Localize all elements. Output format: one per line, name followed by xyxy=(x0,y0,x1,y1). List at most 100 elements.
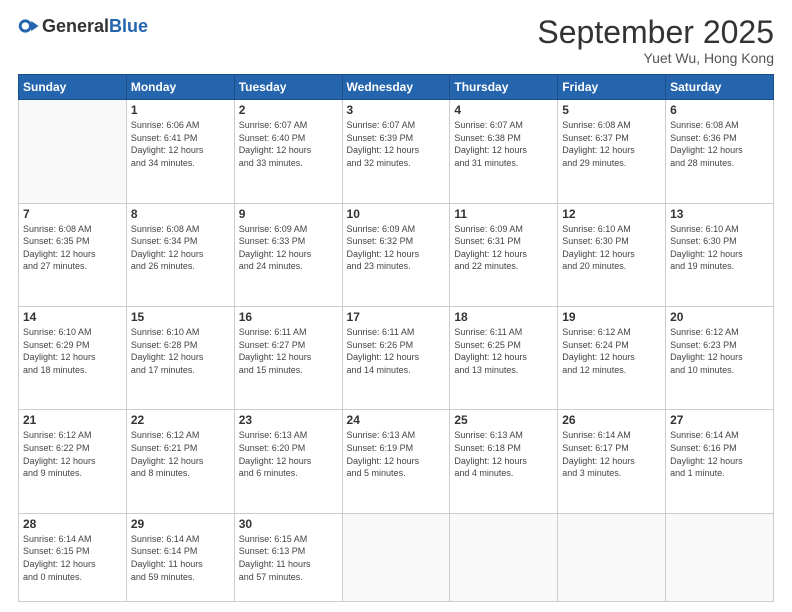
calendar-cell: 18Sunrise: 6:11 AM Sunset: 6:25 PM Dayli… xyxy=(450,307,558,410)
day-number: 9 xyxy=(239,207,338,221)
day-number: 5 xyxy=(562,103,661,117)
calendar-cell xyxy=(19,100,127,203)
day-number: 26 xyxy=(562,413,661,427)
day-info: Sunrise: 6:12 AM Sunset: 6:24 PM Dayligh… xyxy=(562,326,661,376)
calendar-row-2: 14 Sunrise: 6:10 AM Sunset: 6:29 PM Dayli… xyxy=(19,307,774,410)
day-number: 12 xyxy=(562,207,661,221)
day-number: 15 xyxy=(131,310,230,324)
day-number: 25 xyxy=(454,413,553,427)
month-title: September 2025 xyxy=(537,15,774,50)
calendar-cell: 1 Sunrise: 6:06 AM Sunset: 6:41 PM Daylig… xyxy=(126,100,234,203)
day-number: 6 xyxy=(670,103,769,117)
weekday-header-wednesday: Wednesday xyxy=(342,75,450,100)
day-number: 16 xyxy=(239,310,338,324)
weekday-header-saturday: Saturday xyxy=(666,75,774,100)
calendar-cell: 28 Sunrise: 6:14 AM Sunset: 6:15 PM Dayli… xyxy=(19,513,127,601)
weekday-header-thursday: Thursday xyxy=(450,75,558,100)
day-info: Sunrise: 6:07 AM Sunset: 6:39 PM Dayligh… xyxy=(347,119,446,169)
day-number: 7 xyxy=(23,207,122,221)
day-info: Sunrise: 6:14 AM Sunset: 6:14 PM Dayligh… xyxy=(131,533,230,583)
logo-area: GeneralBlue xyxy=(18,15,148,37)
day-number: 21 xyxy=(23,413,122,427)
day-number: 2 xyxy=(239,103,338,117)
day-number: 20 xyxy=(670,310,769,324)
day-info: Sunrise: 6:08 AM Sunset: 6:34 PM Dayligh… xyxy=(131,223,230,273)
day-info: Sunrise: 6:06 AM Sunset: 6:41 PM Dayligh… xyxy=(131,119,230,169)
header: GeneralBlue September 2025 Yuet Wu, Hong… xyxy=(18,15,774,66)
day-info: Sunrise: 6:14 AM Sunset: 6:17 PM Dayligh… xyxy=(562,429,661,479)
calendar-cell: 12 Sunrise: 6:10 AM Sunset: 6:30 PM Dayli… xyxy=(558,203,666,306)
day-info: Sunrise: 6:10 AM Sunset: 6:28 PM Dayligh… xyxy=(131,326,230,376)
day-number: 3 xyxy=(347,103,446,117)
day-number: 28 xyxy=(23,517,122,531)
calendar-cell: 19 Sunrise: 6:12 AM Sunset: 6:24 PM Dayli… xyxy=(558,307,666,410)
day-number: 24 xyxy=(347,413,446,427)
day-number: 14 xyxy=(23,310,122,324)
calendar-cell xyxy=(450,513,558,601)
page: GeneralBlue September 2025 Yuet Wu, Hong… xyxy=(0,0,792,612)
weekday-header-sunday: Sunday xyxy=(19,75,127,100)
day-info: Sunrise: 6:07 AM Sunset: 6:40 PM Dayligh… xyxy=(239,119,338,169)
calendar-cell xyxy=(666,513,774,601)
logo-icon xyxy=(18,15,40,37)
day-number: 4 xyxy=(454,103,553,117)
day-info: Sunrise: 6:07 AM Sunset: 6:38 PM Dayligh… xyxy=(454,119,553,169)
calendar-cell: 9 Sunrise: 6:09 AM Sunset: 6:33 PM Daylig… xyxy=(234,203,342,306)
title-area: September 2025 Yuet Wu, Hong Kong xyxy=(537,15,774,66)
calendar-row-4: 28 Sunrise: 6:14 AM Sunset: 6:15 PM Dayli… xyxy=(19,513,774,601)
calendar-cell xyxy=(342,513,450,601)
calendar-cell: 27Sunrise: 6:14 AM Sunset: 6:16 PM Dayli… xyxy=(666,410,774,513)
day-info: Sunrise: 6:09 AM Sunset: 6:32 PM Dayligh… xyxy=(347,223,446,273)
calendar-cell: 21Sunrise: 6:12 AM Sunset: 6:22 PM Dayli… xyxy=(19,410,127,513)
calendar-cell: 4 Sunrise: 6:07 AM Sunset: 6:38 PM Daylig… xyxy=(450,100,558,203)
day-info: Sunrise: 6:12 AM Sunset: 6:23 PM Dayligh… xyxy=(670,326,769,376)
calendar-cell: 17Sunrise: 6:11 AM Sunset: 6:26 PM Dayli… xyxy=(342,307,450,410)
day-info: Sunrise: 6:13 AM Sunset: 6:18 PM Dayligh… xyxy=(454,429,553,479)
calendar-row-0: 1 Sunrise: 6:06 AM Sunset: 6:41 PM Daylig… xyxy=(19,100,774,203)
day-info: Sunrise: 6:11 AM Sunset: 6:27 PM Dayligh… xyxy=(239,326,338,376)
day-number: 19 xyxy=(562,310,661,324)
calendar-cell: 10 Sunrise: 6:09 AM Sunset: 6:32 PM Dayli… xyxy=(342,203,450,306)
calendar-cell: 11Sunrise: 6:09 AM Sunset: 6:31 PM Dayli… xyxy=(450,203,558,306)
weekday-header-tuesday: Tuesday xyxy=(234,75,342,100)
calendar-row-1: 7Sunrise: 6:08 AM Sunset: 6:35 PM Daylig… xyxy=(19,203,774,306)
day-info: Sunrise: 6:08 AM Sunset: 6:36 PM Dayligh… xyxy=(670,119,769,169)
day-info: Sunrise: 6:10 AM Sunset: 6:29 PM Dayligh… xyxy=(23,326,122,376)
calendar-cell: 20 Sunrise: 6:12 AM Sunset: 6:23 PM Dayli… xyxy=(666,307,774,410)
calendar-cell: 7Sunrise: 6:08 AM Sunset: 6:35 PM Daylig… xyxy=(19,203,127,306)
logo-blue: Blue xyxy=(109,16,148,36)
day-info: Sunrise: 6:14 AM Sunset: 6:15 PM Dayligh… xyxy=(23,533,122,583)
calendar-cell: 5 Sunrise: 6:08 AM Sunset: 6:37 PM Daylig… xyxy=(558,100,666,203)
day-number: 29 xyxy=(131,517,230,531)
day-info: Sunrise: 6:15 AM Sunset: 6:13 PM Dayligh… xyxy=(239,533,338,583)
calendar-cell: 16 Sunrise: 6:11 AM Sunset: 6:27 PM Dayli… xyxy=(234,307,342,410)
day-info: Sunrise: 6:12 AM Sunset: 6:21 PM Dayligh… xyxy=(131,429,230,479)
day-number: 1 xyxy=(131,103,230,117)
weekday-header-monday: Monday xyxy=(126,75,234,100)
logo: GeneralBlue xyxy=(18,15,148,37)
day-info: Sunrise: 6:13 AM Sunset: 6:20 PM Dayligh… xyxy=(239,429,338,479)
day-info: Sunrise: 6:08 AM Sunset: 6:37 PM Dayligh… xyxy=(562,119,661,169)
calendar-cell: 25 Sunrise: 6:13 AM Sunset: 6:18 PM Dayli… xyxy=(450,410,558,513)
day-number: 17 xyxy=(347,310,446,324)
day-info: Sunrise: 6:14 AM Sunset: 6:16 PM Dayligh… xyxy=(670,429,769,479)
calendar-header-row: SundayMondayTuesdayWednesdayThursdayFrid… xyxy=(19,75,774,100)
calendar-cell: 22Sunrise: 6:12 AM Sunset: 6:21 PM Dayli… xyxy=(126,410,234,513)
calendar-cell: 13Sunrise: 6:10 AM Sunset: 6:30 PM Dayli… xyxy=(666,203,774,306)
day-info: Sunrise: 6:10 AM Sunset: 6:30 PM Dayligh… xyxy=(562,223,661,273)
day-number: 18 xyxy=(454,310,553,324)
day-info: Sunrise: 6:09 AM Sunset: 6:31 PM Dayligh… xyxy=(454,223,553,273)
calendar-cell: 15 Sunrise: 6:10 AM Sunset: 6:28 PM Dayli… xyxy=(126,307,234,410)
calendar-cell: 2 Sunrise: 6:07 AM Sunset: 6:40 PM Daylig… xyxy=(234,100,342,203)
day-info: Sunrise: 6:09 AM Sunset: 6:33 PM Dayligh… xyxy=(239,223,338,273)
calendar-cell: 26 Sunrise: 6:14 AM Sunset: 6:17 PM Dayli… xyxy=(558,410,666,513)
day-number: 13 xyxy=(670,207,769,221)
calendar-cell: 30Sunrise: 6:15 AM Sunset: 6:13 PM Dayli… xyxy=(234,513,342,601)
weekday-header-friday: Friday xyxy=(558,75,666,100)
day-number: 8 xyxy=(131,207,230,221)
calendar-cell: 29 Sunrise: 6:14 AM Sunset: 6:14 PM Dayli… xyxy=(126,513,234,601)
day-number: 10 xyxy=(347,207,446,221)
calendar-row-3: 21Sunrise: 6:12 AM Sunset: 6:22 PM Dayli… xyxy=(19,410,774,513)
calendar-cell: 8 Sunrise: 6:08 AM Sunset: 6:34 PM Daylig… xyxy=(126,203,234,306)
calendar-cell: 23Sunrise: 6:13 AM Sunset: 6:20 PM Dayli… xyxy=(234,410,342,513)
